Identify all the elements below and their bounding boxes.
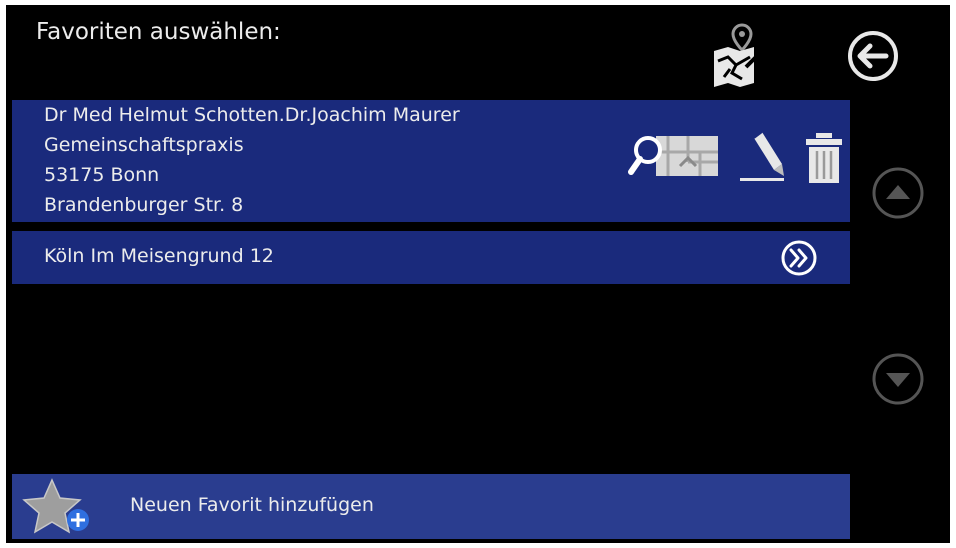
favorite-city: 53175 Bonn [44, 164, 160, 186]
favorite-label: Köln Im Meisengrund 12 [44, 245, 274, 267]
map-search-icon[interactable] [628, 132, 720, 180]
page-title: Favoriten auswählen: [36, 19, 281, 45]
favorites-screen: Favoriten auswählen: Dr Med Helmut Schot… [6, 5, 950, 543]
favorite-name: Dr Med Helmut Schotten.Dr.Joachim Maurer [44, 104, 460, 126]
scroll-down-icon[interactable] [870, 351, 926, 407]
back-button[interactable] [846, 29, 900, 83]
favorite-description: Gemeinschaftspraxis [44, 134, 244, 156]
star-plus-icon [22, 478, 89, 534]
scroll-up-icon[interactable] [870, 165, 926, 221]
favorite-item[interactable]: Köln Im Meisengrund 12 [12, 231, 850, 284]
double-chevron-right-icon[interactable] [780, 239, 818, 277]
trash-icon[interactable] [804, 132, 844, 184]
pencil-icon[interactable] [738, 130, 786, 186]
add-favorite-button[interactable]: Neuen Favorit hinzufügen [12, 474, 850, 539]
favorite-street: Brandenburger Str. 8 [44, 194, 244, 216]
favorite-item-selected[interactable]: Dr Med Helmut Schotten.Dr.Joachim Maurer… [12, 100, 850, 222]
map-pin-edit-icon[interactable] [706, 21, 762, 87]
add-favorite-label: Neuen Favorit hinzufügen [130, 494, 374, 516]
